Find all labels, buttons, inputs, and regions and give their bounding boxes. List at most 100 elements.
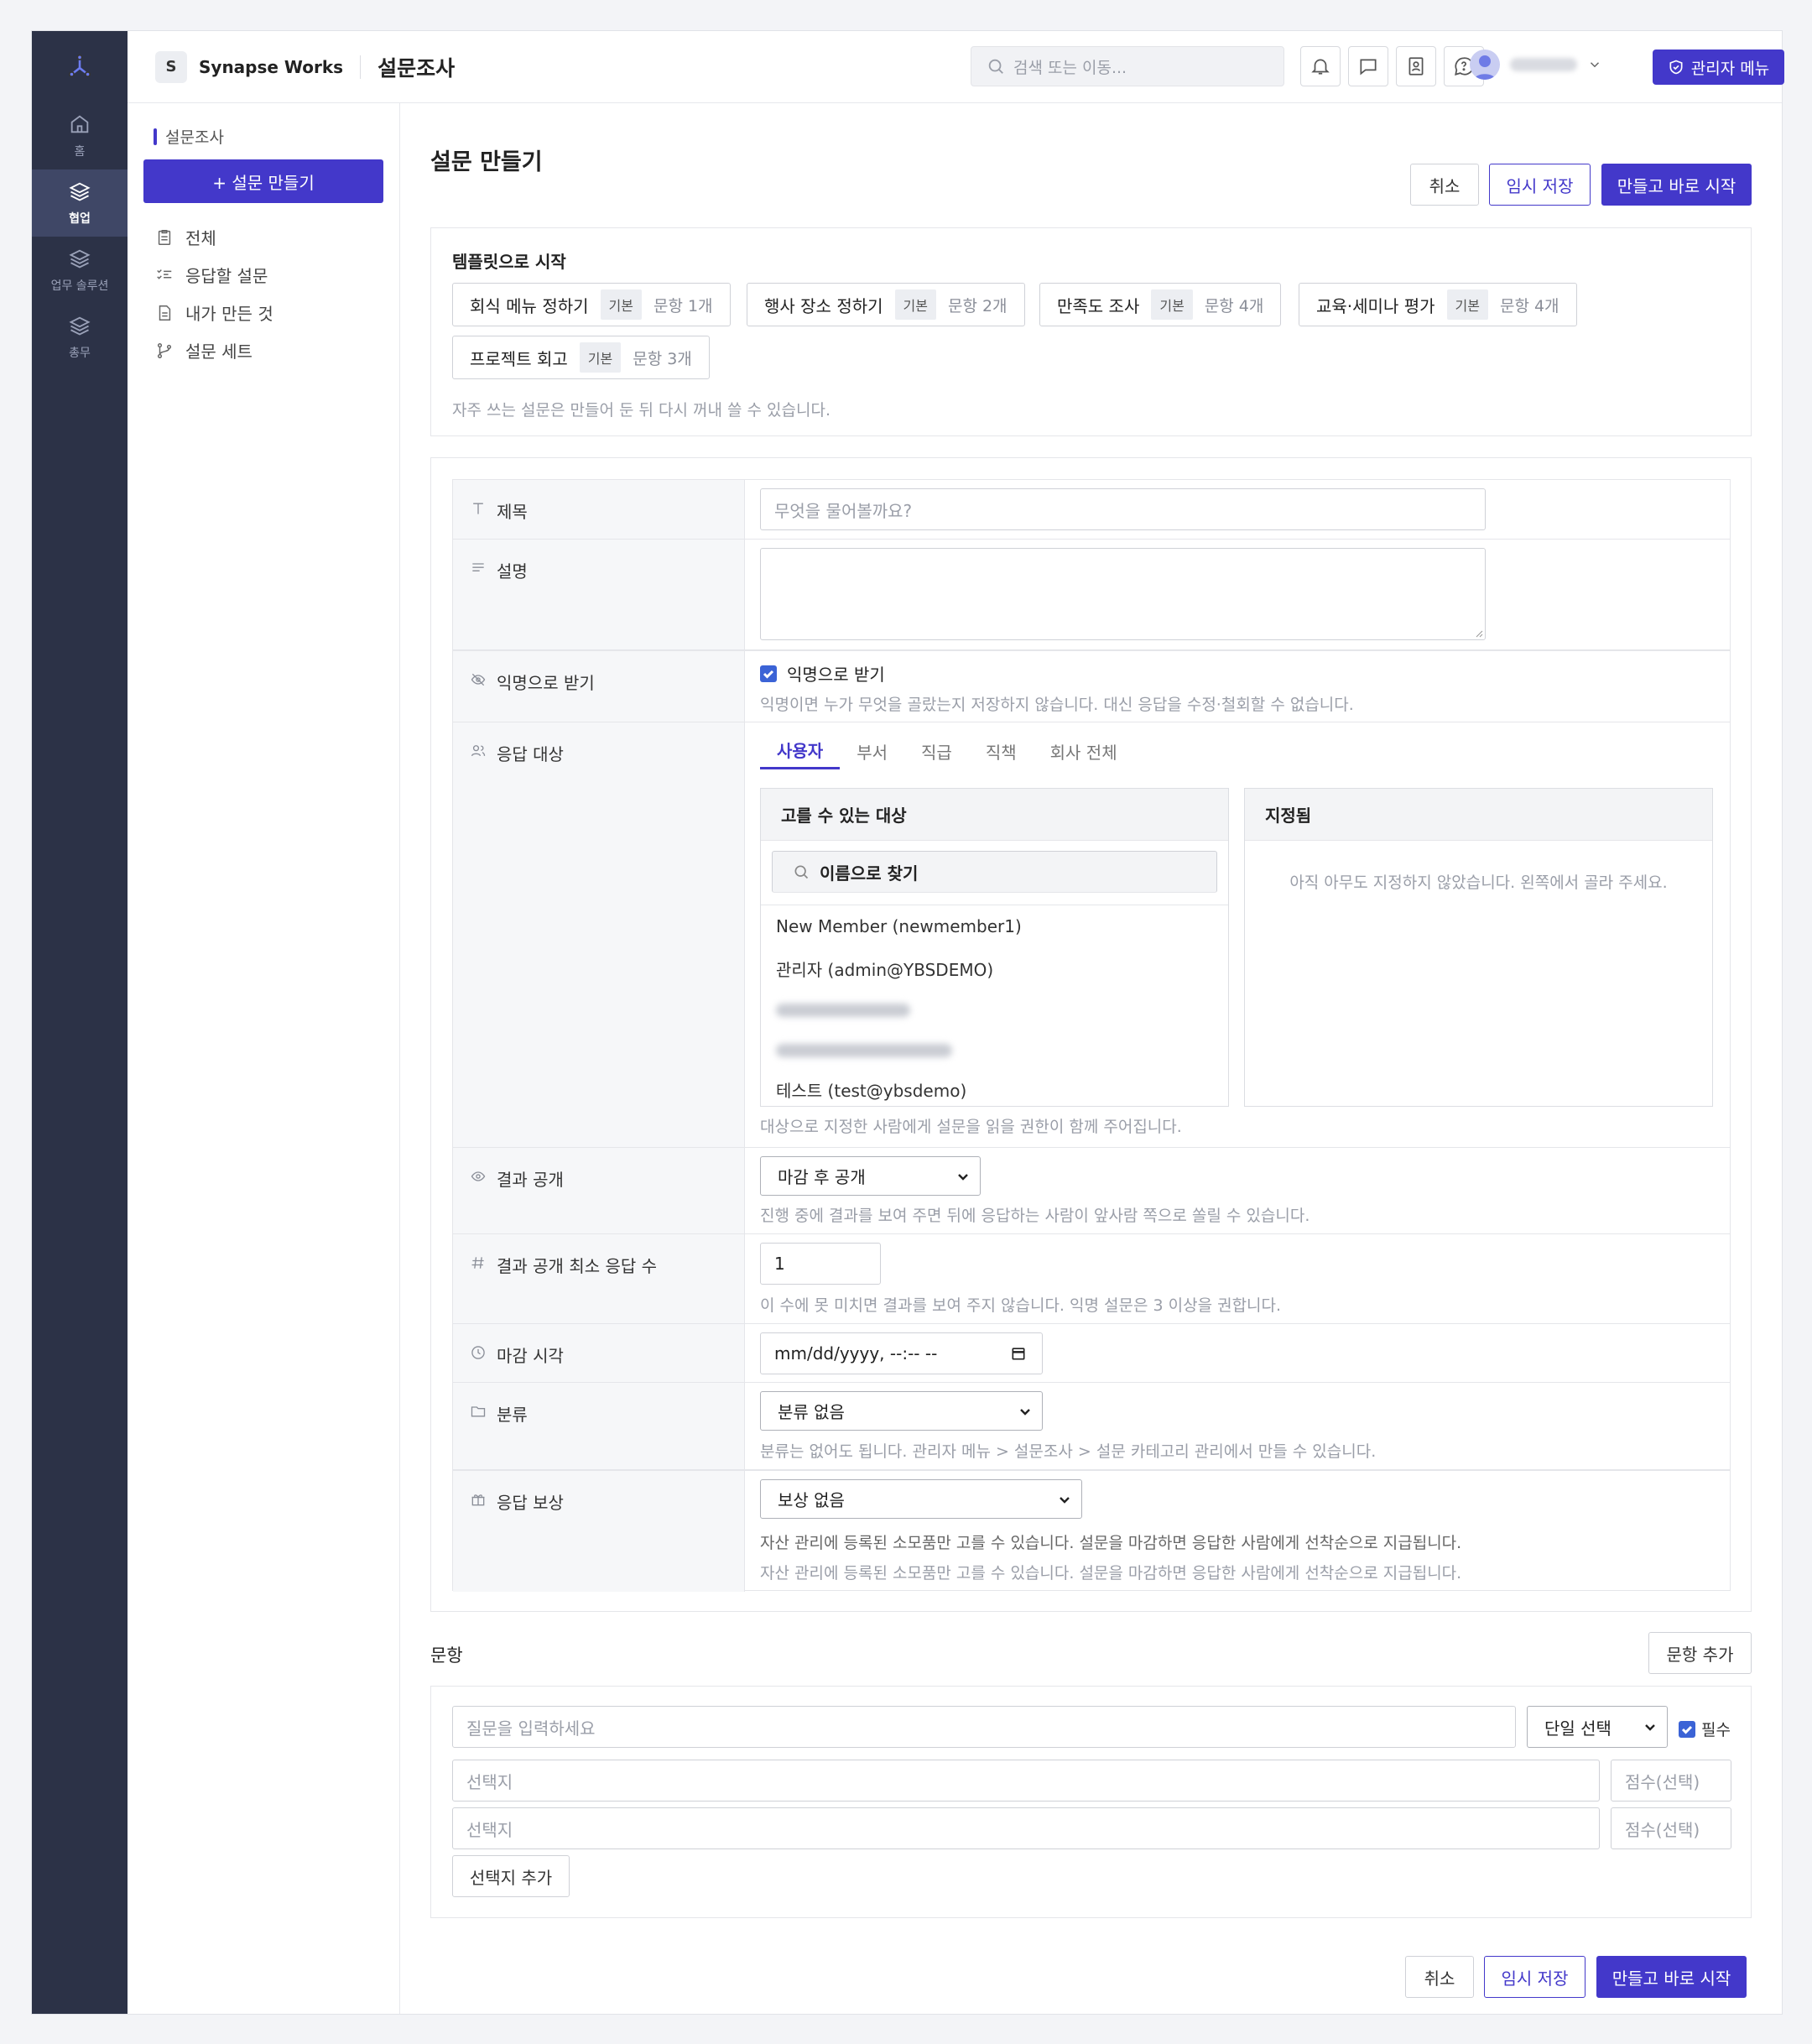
list-item[interactable]: New Member (newmember1) (776, 916, 1022, 936)
rail-item-label: 협업 (69, 212, 91, 226)
cancel-button[interactable]: 취소 (1410, 164, 1479, 206)
question-input[interactable]: 질문을 입력하세요 (452, 1706, 1516, 1748)
row-description: 설명 (453, 540, 1730, 650)
category-hint: 분류는 없어도 됩니다. 관리자 메뉴 > 설문조사 > 설문 카테고리 관리에… (760, 1442, 1377, 1461)
row-min-responses: 결과 공개 최소 응답 수 1 이 수에 못 미치면 결과를 보여 주지 않습니… (453, 1234, 1730, 1324)
rail-item-label: 총무 (69, 347, 91, 360)
admin-menu-button[interactable]: 관리자 메뉴 (1653, 50, 1784, 85)
template-chip[interactable]: 행사 장소 정하기 기본 문항 2개 (747, 283, 1025, 326)
global-search-input[interactable]: 검색 또는 이동... (971, 46, 1284, 86)
sidebar-item-mine[interactable]: 내가 만든 것 (155, 294, 399, 331)
description-textarea[interactable] (760, 548, 1486, 640)
anonymous-checkbox[interactable]: 익명으로 받기 (760, 661, 885, 686)
tab-users[interactable]: 사용자 (760, 733, 841, 769)
branch-icon (157, 342, 172, 358)
sidebar-item-label: 설문 세트 (185, 342, 253, 362)
eye-off-icon (471, 673, 486, 686)
contacts-button[interactable] (1396, 46, 1436, 86)
sidebar-item-sets[interactable]: 설문 세트 (155, 331, 399, 369)
new-survey-button[interactable]: + 설문 만들기 (143, 159, 383, 203)
rail-item-business[interactable]: 업무 솔루션 (32, 237, 128, 304)
category-value: 분류 없음 (778, 1402, 845, 1422)
anonymous-hint: 익명이면 누가 무엇을 골랐는지 저장하지 않습니다. 대신 응답을 수정·철회… (760, 696, 1354, 714)
field-label: 제목 (453, 480, 745, 539)
list-item[interactable]: 관리자 (admin@YBSDEMO) (776, 957, 993, 981)
title-input[interactable]: 무엇을 물어볼까요? (760, 488, 1486, 530)
reward-value: 보상 없음 (778, 1490, 845, 1510)
eye-icon (471, 1171, 486, 1181)
reward-label: 응답 보상 (497, 1493, 564, 1513)
sidebar-item-label: 전체 (185, 228, 216, 248)
clock-icon (471, 1346, 485, 1359)
add-option-button[interactable]: 선택지 추가 (452, 1855, 570, 1897)
messages-button[interactable] (1348, 46, 1388, 86)
notifications-button[interactable] (1300, 46, 1341, 86)
checkbox-checked-icon[interactable] (760, 665, 777, 682)
template-name: 교육·세미나 평가 (1316, 295, 1435, 316)
app-logo[interactable] (32, 31, 128, 102)
option-score-input[interactable]: 점수(선택) (1611, 1807, 1731, 1849)
result-visibility-value: 마감 후 공개 (778, 1167, 866, 1187)
min-label: 결과 공개 최소 응답 수 (497, 1256, 658, 1276)
min-responses-input[interactable]: 1 (760, 1243, 881, 1285)
template-chip[interactable]: 회식 메뉴 정하기 기본 문항 1개 (452, 283, 731, 326)
cancel-button[interactable]: 취소 (1405, 1956, 1474, 1998)
resize-handle-icon[interactable] (1473, 628, 1483, 638)
template-tag: 기본 (579, 342, 622, 373)
sidebar-item-to-answer[interactable]: 응답할 설문 (155, 256, 399, 294)
reward-select[interactable]: 보상 없음 (760, 1479, 1082, 1519)
field-label: 응답 대상 (453, 722, 745, 1147)
option-input[interactable]: 선택지 (452, 1807, 1600, 1849)
rail-item-label: 업무 솔루션 (50, 279, 109, 293)
question-type-select[interactable]: 단일 선택 (1527, 1706, 1668, 1748)
tab-departments[interactable]: 부서 (840, 733, 904, 769)
deadline-input[interactable]: mm/dd/yyyy, --:-- -- (760, 1332, 1043, 1374)
list-item[interactable]: 테스트 (test@ybsdemo) (776, 1077, 966, 1102)
add-question-button[interactable]: 문항 추가 (1648, 1632, 1752, 1674)
template-chip[interactable]: 교육·세미나 평가 기본 문항 4개 (1299, 283, 1577, 326)
available-title: 고를 수 있는 대상 (761, 789, 1228, 841)
layers-icon (69, 182, 91, 201)
target-label: 응답 대상 (497, 744, 564, 764)
deadline-value: mm/dd/yyyy, --:-- -- (774, 1343, 938, 1364)
row-anonymous: 익명으로 받기 익명으로 받기 익명이면 누가 무엇을 골랐는지 저장하지 않습… (453, 650, 1730, 722)
tab-ranks[interactable]: 직급 (904, 733, 969, 769)
create-start-button[interactable]: 만들고 바로 시작 (1596, 1956, 1747, 1998)
sidebar-item-all[interactable]: 전체 (155, 218, 399, 256)
chevron-down-icon (1645, 1724, 1655, 1731)
template-tag: 기본 (1446, 289, 1488, 320)
option-input[interactable]: 선택지 (452, 1760, 1600, 1802)
anonymous-label: 익명으로 받기 (497, 673, 595, 693)
tab-positions[interactable]: 직책 (969, 733, 1034, 769)
save-draft-button[interactable]: 임시 저장 (1489, 164, 1591, 206)
workspace-name[interactable]: Synapse Works (199, 57, 343, 77)
template-chip[interactable]: 프로젝트 회고 기본 문항 3개 (452, 336, 710, 379)
question-type-value: 단일 선택 (1544, 1718, 1612, 1739)
layers-icon (69, 316, 91, 336)
rail-item-general[interactable]: 총무 (32, 304, 128, 371)
calendar-icon[interactable] (1010, 1345, 1027, 1362)
people-search-input[interactable]: 이름으로 찾기 (772, 851, 1217, 893)
chevron-down-icon (1060, 1496, 1070, 1504)
list-item-redacted[interactable] (776, 1044, 952, 1057)
result-visibility-select[interactable]: 마감 후 공개 (760, 1156, 981, 1196)
rail-item-home[interactable]: 홈 (32, 102, 128, 169)
category-select[interactable]: 분류 없음 (760, 1391, 1043, 1431)
row-category: 분류 분류 없음 분류는 없어도 됩니다. 관리자 메뉴 > 설문조사 > 설문… (453, 1383, 1730, 1470)
rail-item-collab[interactable]: 협업 (32, 169, 128, 237)
create-start-button[interactable]: 만들고 바로 시작 (1601, 164, 1752, 206)
template-tag: 기본 (600, 289, 642, 320)
workspace-logo[interactable]: S (155, 50, 187, 83)
message-icon (1360, 59, 1377, 76)
user-menu[interactable] (1470, 50, 1602, 80)
section-marker (154, 128, 157, 145)
list-item-redacted[interactable] (776, 1004, 910, 1017)
category-label: 분류 (497, 1405, 528, 1425)
template-chip[interactable]: 만족도 조사 기본 문항 4개 (1039, 283, 1282, 326)
tab-whole-company[interactable]: 회사 전체 (1034, 733, 1134, 769)
option-score-input[interactable]: 점수(선택) (1611, 1760, 1731, 1802)
checkbox-checked-icon[interactable] (1679, 1720, 1695, 1738)
save-draft-button[interactable]: 임시 저장 (1484, 1956, 1586, 1998)
required-checkbox[interactable]: 필수 (1679, 1718, 1731, 1740)
templates-hint: 자주 쓰는 설문은 만들어 둔 뒤 다시 꺼내 쓸 수 있습니다. (452, 401, 830, 420)
